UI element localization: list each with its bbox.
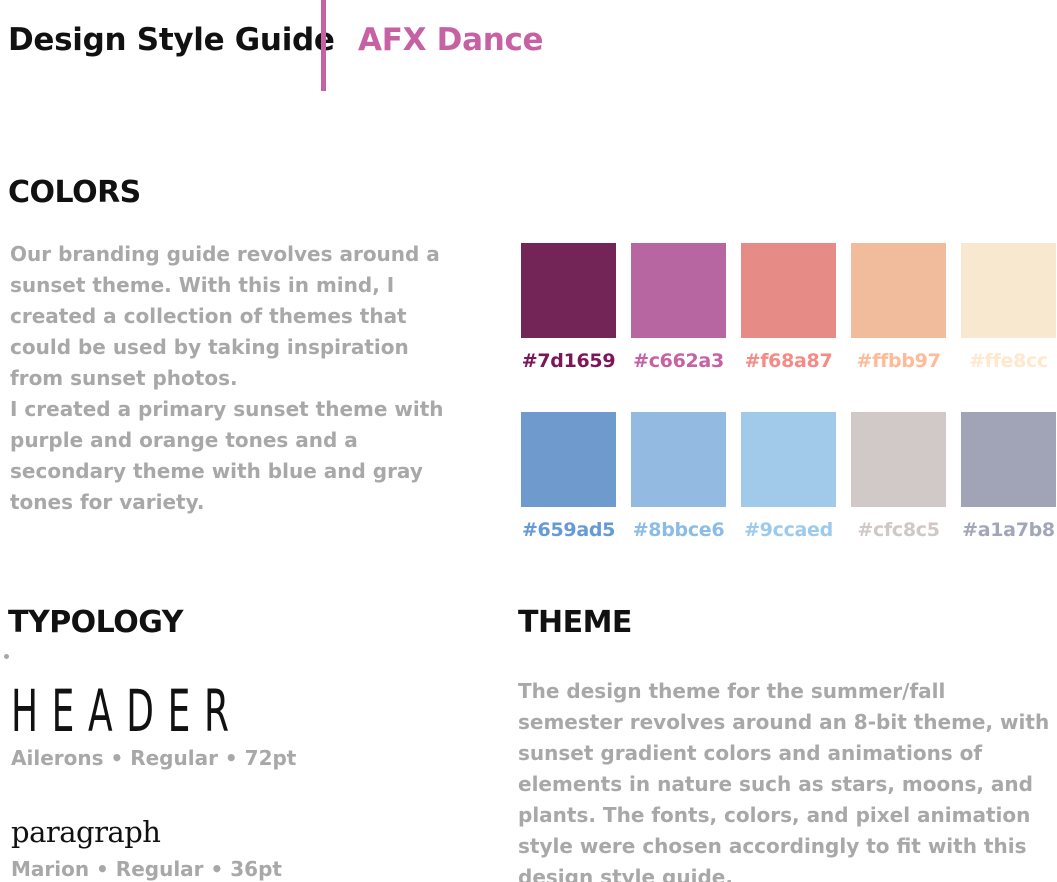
- swatch-chip: [741, 243, 836, 338]
- header-font-spec: Ailerons • Regular • 72pt: [11, 746, 297, 770]
- swatch-7d1659: #7d1659: [521, 243, 616, 372]
- colors-paragraph-2: I created a primary sunset theme with pu…: [10, 397, 444, 514]
- swatch-chip: [521, 243, 616, 338]
- swatch-hex-label: #f68a87: [744, 350, 833, 372]
- swatch-f68a87: #f68a87: [741, 243, 836, 372]
- swatch-a1a7b8: #a1a7b8: [961, 412, 1056, 541]
- paragraph-font-spec: Marion • Regular • 36pt: [11, 857, 282, 881]
- swatch-8bbce6: #8bbce6: [631, 412, 726, 541]
- swatch-chip: [521, 412, 616, 507]
- swatch-hex-label: #8bbce6: [632, 519, 725, 541]
- title-divider: [321, 0, 326, 91]
- swatch-hex-label: #659ad5: [521, 519, 616, 541]
- colors-paragraph-1: Our branding guide revolves around a sun…: [10, 242, 440, 390]
- swatch-chip: [851, 412, 946, 507]
- swatch-chip: [631, 412, 726, 507]
- swatch-chip: [741, 412, 836, 507]
- swatch-hex-label: #a1a7b8: [962, 519, 1055, 541]
- swatch-9ccaed: #9ccaed: [741, 412, 836, 541]
- paragraph-font-sample: paragraph: [11, 815, 161, 849]
- color-swatch-grid: #7d1659 #c662a3 #f68a87 #ffbb97 #ffe8cc: [521, 243, 1057, 581]
- theme-description: The design theme for the summer/fall sem…: [518, 679, 1050, 882]
- swatch-659ad5: #659ad5: [521, 412, 616, 541]
- swatch-chip: [851, 243, 946, 338]
- typology-heading: TYPOLOGY: [8, 605, 183, 640]
- secondary-palette-row: #659ad5 #8bbce6 #9ccaed #cfc8c5 #a1a7b8: [521, 412, 1057, 581]
- swatch-cfc8c5: #cfc8c5: [851, 412, 946, 541]
- bullet-dot: [4, 654, 9, 659]
- swatch-hex-label: #9ccaed: [744, 519, 833, 541]
- swatch-ffbb97: #ffbb97: [851, 243, 946, 372]
- theme-heading: THEME: [518, 605, 632, 640]
- swatch-chip: [961, 243, 1056, 338]
- swatch-chip: [961, 412, 1056, 507]
- swatch-hex-label: #cfc8c5: [857, 519, 940, 541]
- swatch-c662a3: #c662a3: [631, 243, 726, 372]
- swatch-chip: [631, 243, 726, 338]
- swatch-hex-label: #ffe8cc: [969, 350, 1048, 372]
- style-guide-page: Design Style Guide AFX Dance COLORS Our …: [0, 0, 1057, 882]
- primary-palette-row: #7d1659 #c662a3 #f68a87 #ffbb97 #ffe8cc: [521, 243, 1057, 412]
- swatch-ffe8cc: #ffe8cc: [961, 243, 1056, 372]
- brand-name: AFX Dance: [358, 22, 544, 58]
- page-title: Design Style Guide: [8, 22, 335, 58]
- header-font-sample: HEADER: [11, 677, 243, 745]
- swatch-hex-label: #7d1659: [521, 350, 616, 372]
- swatch-hex-label: #c662a3: [633, 350, 724, 372]
- colors-heading: COLORS: [8, 175, 141, 210]
- swatch-hex-label: #ffbb97: [856, 350, 941, 372]
